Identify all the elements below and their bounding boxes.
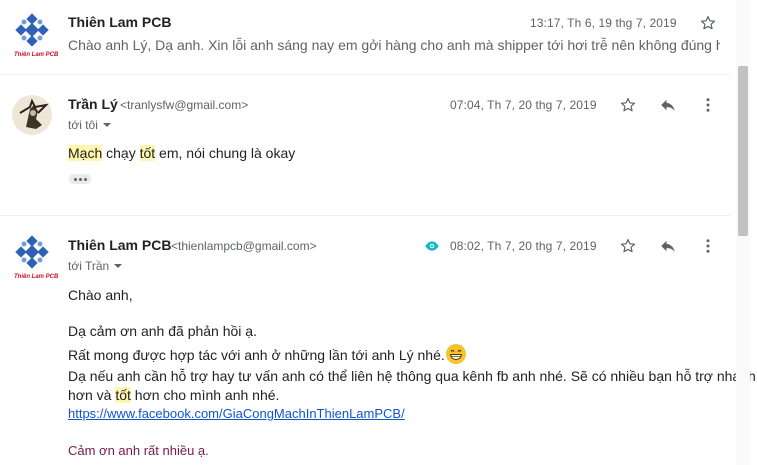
ellipsis-dot	[78, 177, 82, 181]
sender-logo: Thiên Lam PCB	[14, 234, 59, 280]
more-options-button[interactable]	[696, 234, 720, 258]
body-text: hơn và	[68, 387, 116, 403]
sender-name: Thiên Lam PCB	[68, 14, 172, 30]
search-highlight: Mạch	[68, 145, 103, 161]
body-line: Dạ nếu anh cần hỗ trợ hay tư vấn anh có …	[68, 368, 756, 384]
star-icon	[700, 16, 716, 30]
grinning-emoji-icon	[445, 344, 466, 364]
body-text: chạy	[102, 145, 140, 161]
facebook-link[interactable]: https://www.facebook.com/GiaCongMachInTh…	[68, 406, 405, 421]
reply-icon	[661, 99, 675, 111]
message-date: 08:02, Th 7, 20 thg 7, 2019	[450, 239, 597, 253]
message-snippet: Chào anh Lý, Dạ anh. Xin lỗi anh sáng na…	[68, 37, 720, 53]
message-expanded: Thiên Lam PCB Thiên Lam PCB <thienlampcb…	[0, 216, 756, 465]
message-expanded: Trần Lý <tranlysfw@gmail.com> 07:04, Th …	[0, 75, 730, 215]
recipients-label: tới tôi	[68, 118, 98, 132]
body-text: hơn cho mình anh nhé.	[130, 387, 280, 403]
eye-icon	[425, 241, 439, 251]
recipients-toggle[interactable]: tới tôi	[68, 118, 112, 132]
logo-text: Thiên Lam PCB	[14, 274, 59, 280]
search-highlight: tốt	[115, 387, 131, 403]
logo-icon	[15, 13, 49, 47]
show-trimmed-content-button[interactable]	[69, 174, 91, 184]
more-options-button[interactable]	[696, 93, 720, 117]
ellipsis-icon	[73, 177, 77, 181]
message-date: 13:17, Th 6, 19 thg 7, 2019	[530, 16, 677, 30]
avatar-image-icon	[12, 95, 52, 135]
star-button[interactable]	[696, 11, 720, 35]
body-greeting: Chào anh,	[68, 287, 133, 303]
recipients-label: tới Trần	[68, 259, 110, 273]
caret-down-icon	[114, 264, 123, 268]
more-vert-icon	[706, 98, 710, 112]
sender-logo: Thiên Lam PCB	[14, 12, 59, 58]
sender-name: Trần Lý	[68, 96, 118, 112]
reply-button[interactable]	[656, 234, 680, 258]
body-line: Dạ cảm ơn anh đã phản hồi ạ.	[68, 323, 257, 339]
sender-email: <thienlampcb@gmail.com>	[171, 239, 317, 253]
recipients-toggle[interactable]: tới Trần	[68, 259, 123, 273]
search-highlight: tốt	[139, 145, 156, 161]
star-icon	[620, 98, 636, 112]
scrollbar-thumb[interactable]	[738, 66, 748, 236]
message-collapsed[interactable]: Thiên Lam PCB Thiên Lam PCB 13:17, Th 6,…	[0, 0, 730, 72]
body-line-text: Rất mong được hợp tác với anh ở những lầ…	[68, 347, 445, 363]
reply-icon	[661, 240, 675, 252]
logo-text: Thiên Lam PCB	[14, 52, 59, 58]
body-line: hơn và tốt hơn cho mình anh nhé.	[68, 387, 279, 403]
body-text: em, nói chung là okay	[155, 145, 296, 161]
star-button[interactable]	[616, 234, 640, 258]
tracking-eye-icon[interactable]	[424, 238, 440, 259]
signoff-text: Cảm ơn anh rất nhiều ạ.	[68, 443, 209, 458]
sender-email: <tranlysfw@gmail.com>	[120, 98, 249, 112]
body-line: Rất mong được hợp tác với anh ở những lầ…	[68, 344, 466, 364]
more-vert-icon	[706, 239, 710, 253]
caret-down-icon	[102, 123, 111, 127]
message-body: Mạch chạy tốt em, nói chung là okay	[68, 145, 295, 161]
ellipsis-dot	[83, 177, 87, 181]
logo-icon	[15, 235, 49, 269]
avatar[interactable]	[12, 95, 52, 135]
sender-name: Thiên Lam PCB	[68, 237, 172, 253]
star-button[interactable]	[616, 93, 640, 117]
star-icon	[620, 239, 636, 253]
reply-button[interactable]	[656, 93, 680, 117]
message-date: 07:04, Th 7, 20 thg 7, 2019	[450, 98, 597, 112]
